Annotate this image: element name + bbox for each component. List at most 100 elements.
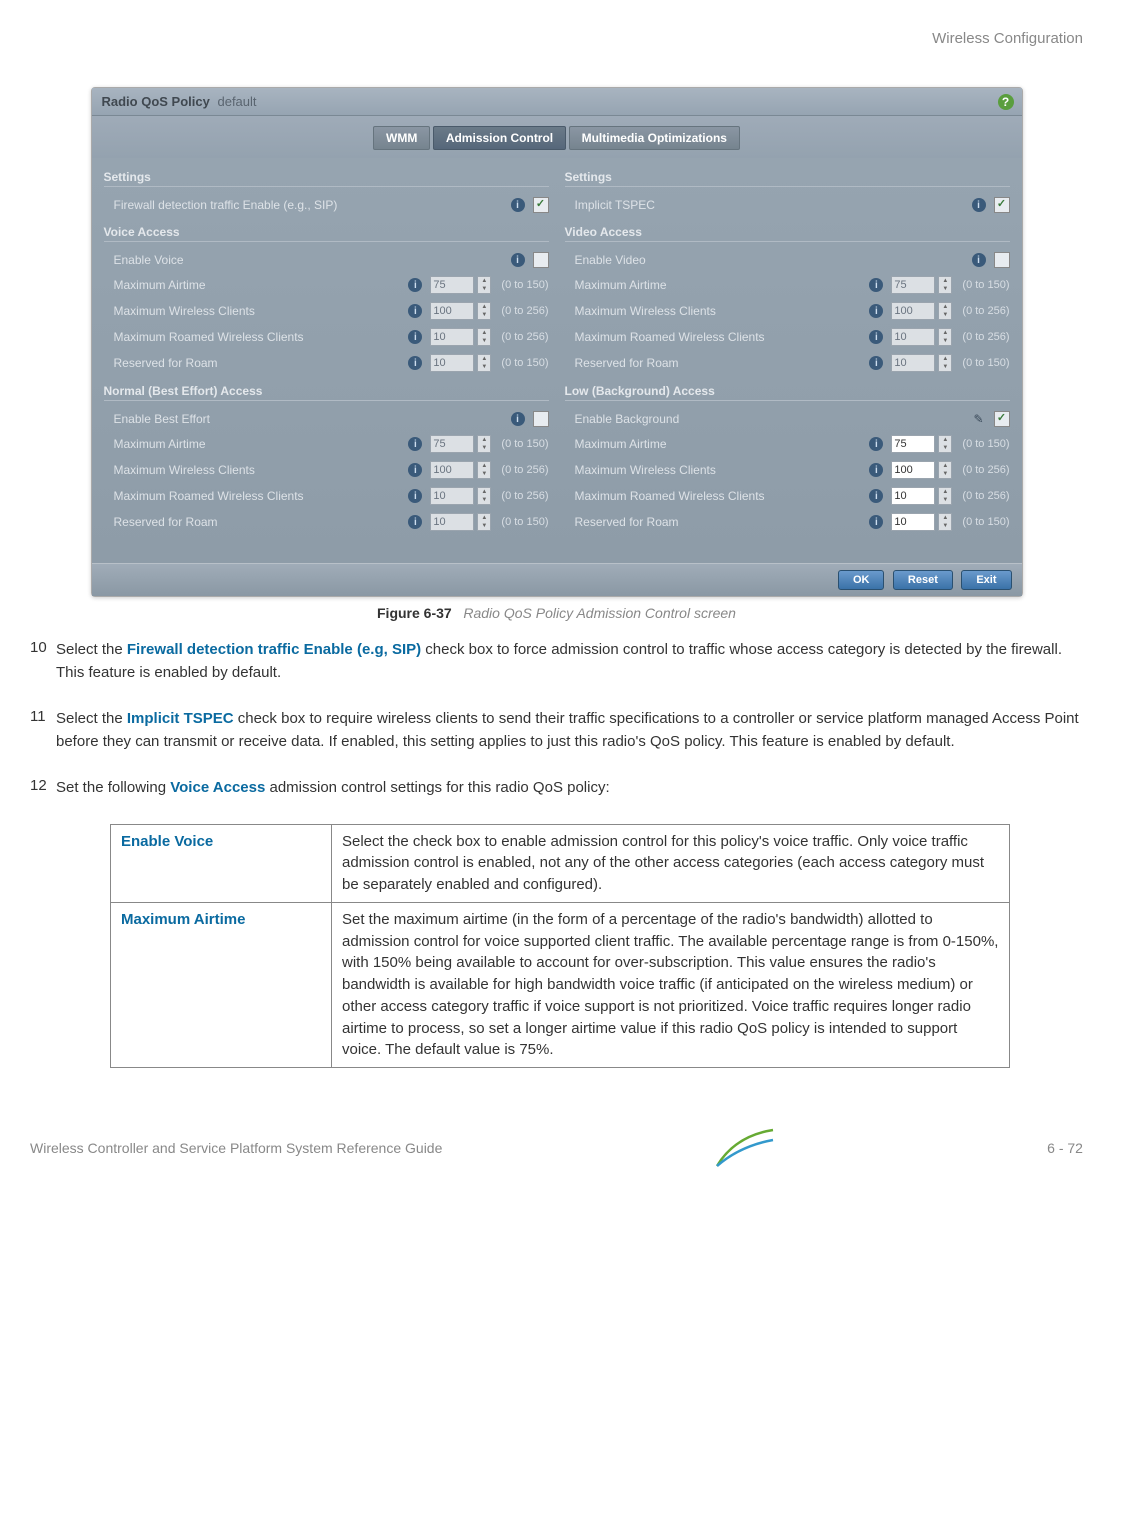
- be-airtime-input[interactable]: 75: [430, 435, 474, 453]
- enable-video-checkbox[interactable]: [994, 252, 1010, 268]
- enable-voice-checkbox[interactable]: [533, 252, 549, 268]
- spinner-icon[interactable]: ▲▼: [938, 276, 952, 294]
- voice-reserved-input[interactable]: 10: [430, 354, 474, 372]
- bg-airtime-label: Maximum Airtime: [575, 437, 866, 451]
- video-roamed-input[interactable]: 10: [891, 328, 935, 346]
- video-clients-range: (0 to 256): [962, 305, 1009, 317]
- spinner-icon[interactable]: ▲▼: [477, 435, 491, 453]
- spinner-icon[interactable]: ▲▼: [477, 354, 491, 372]
- pencil-icon[interactable]: ✎: [972, 412, 986, 426]
- step-number: 10: [30, 639, 50, 696]
- voice-roamed-range: (0 to 256): [501, 331, 548, 343]
- voice-airtime-input[interactable]: 75: [430, 276, 474, 294]
- spinner-icon[interactable]: ▲▼: [938, 354, 952, 372]
- info-icon[interactable]: i: [408, 304, 422, 318]
- info-icon[interactable]: i: [408, 463, 422, 477]
- page-footer: Wireless Controller and Service Platform…: [30, 1128, 1083, 1168]
- options-table: Enable Voice Select the check box to ena…: [110, 824, 1010, 1069]
- info-icon[interactable]: i: [408, 515, 422, 529]
- option-description: Set the maximum airtime (in the form of …: [332, 902, 1010, 1067]
- enable-bg-label: Enable Background: [575, 412, 968, 426]
- info-icon[interactable]: i: [511, 198, 525, 212]
- bg-airtime-input[interactable]: 75: [891, 435, 935, 453]
- video-reserved-range: (0 to 150): [962, 357, 1009, 369]
- be-reserved-label: Reserved for Roam: [114, 515, 405, 529]
- ok-button[interactable]: OK: [838, 570, 885, 590]
- info-icon[interactable]: i: [869, 304, 883, 318]
- info-icon[interactable]: i: [869, 330, 883, 344]
- tab-wmm[interactable]: WMM: [373, 126, 430, 150]
- info-icon[interactable]: i: [511, 412, 525, 426]
- spinner-icon[interactable]: ▲▼: [477, 461, 491, 479]
- settings-heading-right: Settings: [565, 170, 1010, 187]
- tab-admission-control[interactable]: Admission Control: [433, 126, 566, 150]
- spinner-icon[interactable]: ▲▼: [477, 513, 491, 531]
- spinner-icon[interactable]: ▲▼: [938, 302, 952, 320]
- spinner-icon[interactable]: ▲▼: [477, 328, 491, 346]
- panel-title-policy: default: [217, 94, 256, 109]
- step-number: 12: [30, 777, 50, 812]
- be-clients-input[interactable]: 100: [430, 461, 474, 479]
- info-icon[interactable]: i: [869, 356, 883, 370]
- enable-bg-checkbox[interactable]: ✓: [994, 411, 1010, 427]
- enable-be-checkbox[interactable]: [533, 411, 549, 427]
- figure-caption: Figure 6-37 Radio QoS Policy Admission C…: [30, 605, 1083, 621]
- bg-roamed-input[interactable]: 10: [891, 487, 935, 505]
- tspec-checkbox[interactable]: ✓: [994, 197, 1010, 213]
- spinner-icon[interactable]: ▲▼: [938, 513, 952, 531]
- info-icon[interactable]: i: [972, 253, 986, 267]
- info-icon[interactable]: i: [869, 489, 883, 503]
- video-clients-label: Maximum Wireless Clients: [575, 304, 866, 318]
- info-icon[interactable]: i: [408, 278, 422, 292]
- video-access-heading: Video Access: [565, 225, 1010, 242]
- be-roamed-input[interactable]: 10: [430, 487, 474, 505]
- voice-clients-label: Maximum Wireless Clients: [114, 304, 405, 318]
- video-roamed-label: Maximum Roamed Wireless Clients: [575, 330, 866, 344]
- voice-clients-input[interactable]: 100: [430, 302, 474, 320]
- video-airtime-input[interactable]: 75: [891, 276, 935, 294]
- info-icon[interactable]: i: [408, 489, 422, 503]
- spinner-icon[interactable]: ▲▼: [477, 487, 491, 505]
- video-clients-input[interactable]: 100: [891, 302, 935, 320]
- figure-title: Radio QoS Policy Admission Control scree…: [463, 605, 736, 621]
- voice-airtime-range: (0 to 150): [501, 279, 548, 291]
- info-icon[interactable]: i: [408, 330, 422, 344]
- firewall-enable-checkbox[interactable]: ✓: [533, 197, 549, 213]
- reset-button[interactable]: Reset: [893, 570, 953, 590]
- spinner-icon[interactable]: ▲▼: [477, 276, 491, 294]
- screenshot-panel: ? Radio QoS Policy default WMM Admission…: [91, 87, 1023, 597]
- info-icon[interactable]: i: [511, 253, 525, 267]
- right-column: Settings Implicit TSPEC i ✓ Video Access…: [565, 162, 1010, 535]
- step-10-text: Select the Firewall detection traffic En…: [56, 639, 1083, 684]
- tspec-label: Implicit TSPEC: [575, 198, 968, 212]
- info-icon[interactable]: i: [869, 437, 883, 451]
- bg-reserved-range: (0 to 150): [962, 516, 1009, 528]
- video-reserved-input[interactable]: 10: [891, 354, 935, 372]
- tab-multimedia[interactable]: Multimedia Optimizations: [569, 126, 740, 150]
- spinner-icon[interactable]: ▲▼: [938, 435, 952, 453]
- help-icon[interactable]: ?: [998, 94, 1014, 110]
- highlight: Firewall detection traffic Enable (e.g, …: [127, 641, 421, 658]
- info-icon[interactable]: i: [869, 463, 883, 477]
- info-icon[interactable]: i: [869, 278, 883, 292]
- be-roamed-range: (0 to 256): [501, 490, 548, 502]
- info-icon[interactable]: i: [869, 515, 883, 529]
- exit-button[interactable]: Exit: [961, 570, 1011, 590]
- be-roamed-label: Maximum Roamed Wireless Clients: [114, 489, 405, 503]
- spinner-icon[interactable]: ▲▼: [938, 461, 952, 479]
- bg-clients-input[interactable]: 100: [891, 461, 935, 479]
- info-icon[interactable]: i: [972, 198, 986, 212]
- info-icon[interactable]: i: [408, 437, 422, 451]
- voice-roamed-input[interactable]: 10: [430, 328, 474, 346]
- bg-reserved-input[interactable]: 10: [891, 513, 935, 531]
- swoosh-icon: [715, 1128, 775, 1168]
- spinner-icon[interactable]: ▲▼: [938, 328, 952, 346]
- bg-clients-range: (0 to 256): [962, 464, 1009, 476]
- voice-airtime-label: Maximum Airtime: [114, 278, 405, 292]
- panel-title-prefix: Radio QoS Policy: [102, 94, 210, 109]
- spinner-icon[interactable]: ▲▼: [477, 302, 491, 320]
- spinner-icon[interactable]: ▲▼: [938, 487, 952, 505]
- info-icon[interactable]: i: [408, 356, 422, 370]
- be-reserved-input[interactable]: 10: [430, 513, 474, 531]
- be-airtime-label: Maximum Airtime: [114, 437, 405, 451]
